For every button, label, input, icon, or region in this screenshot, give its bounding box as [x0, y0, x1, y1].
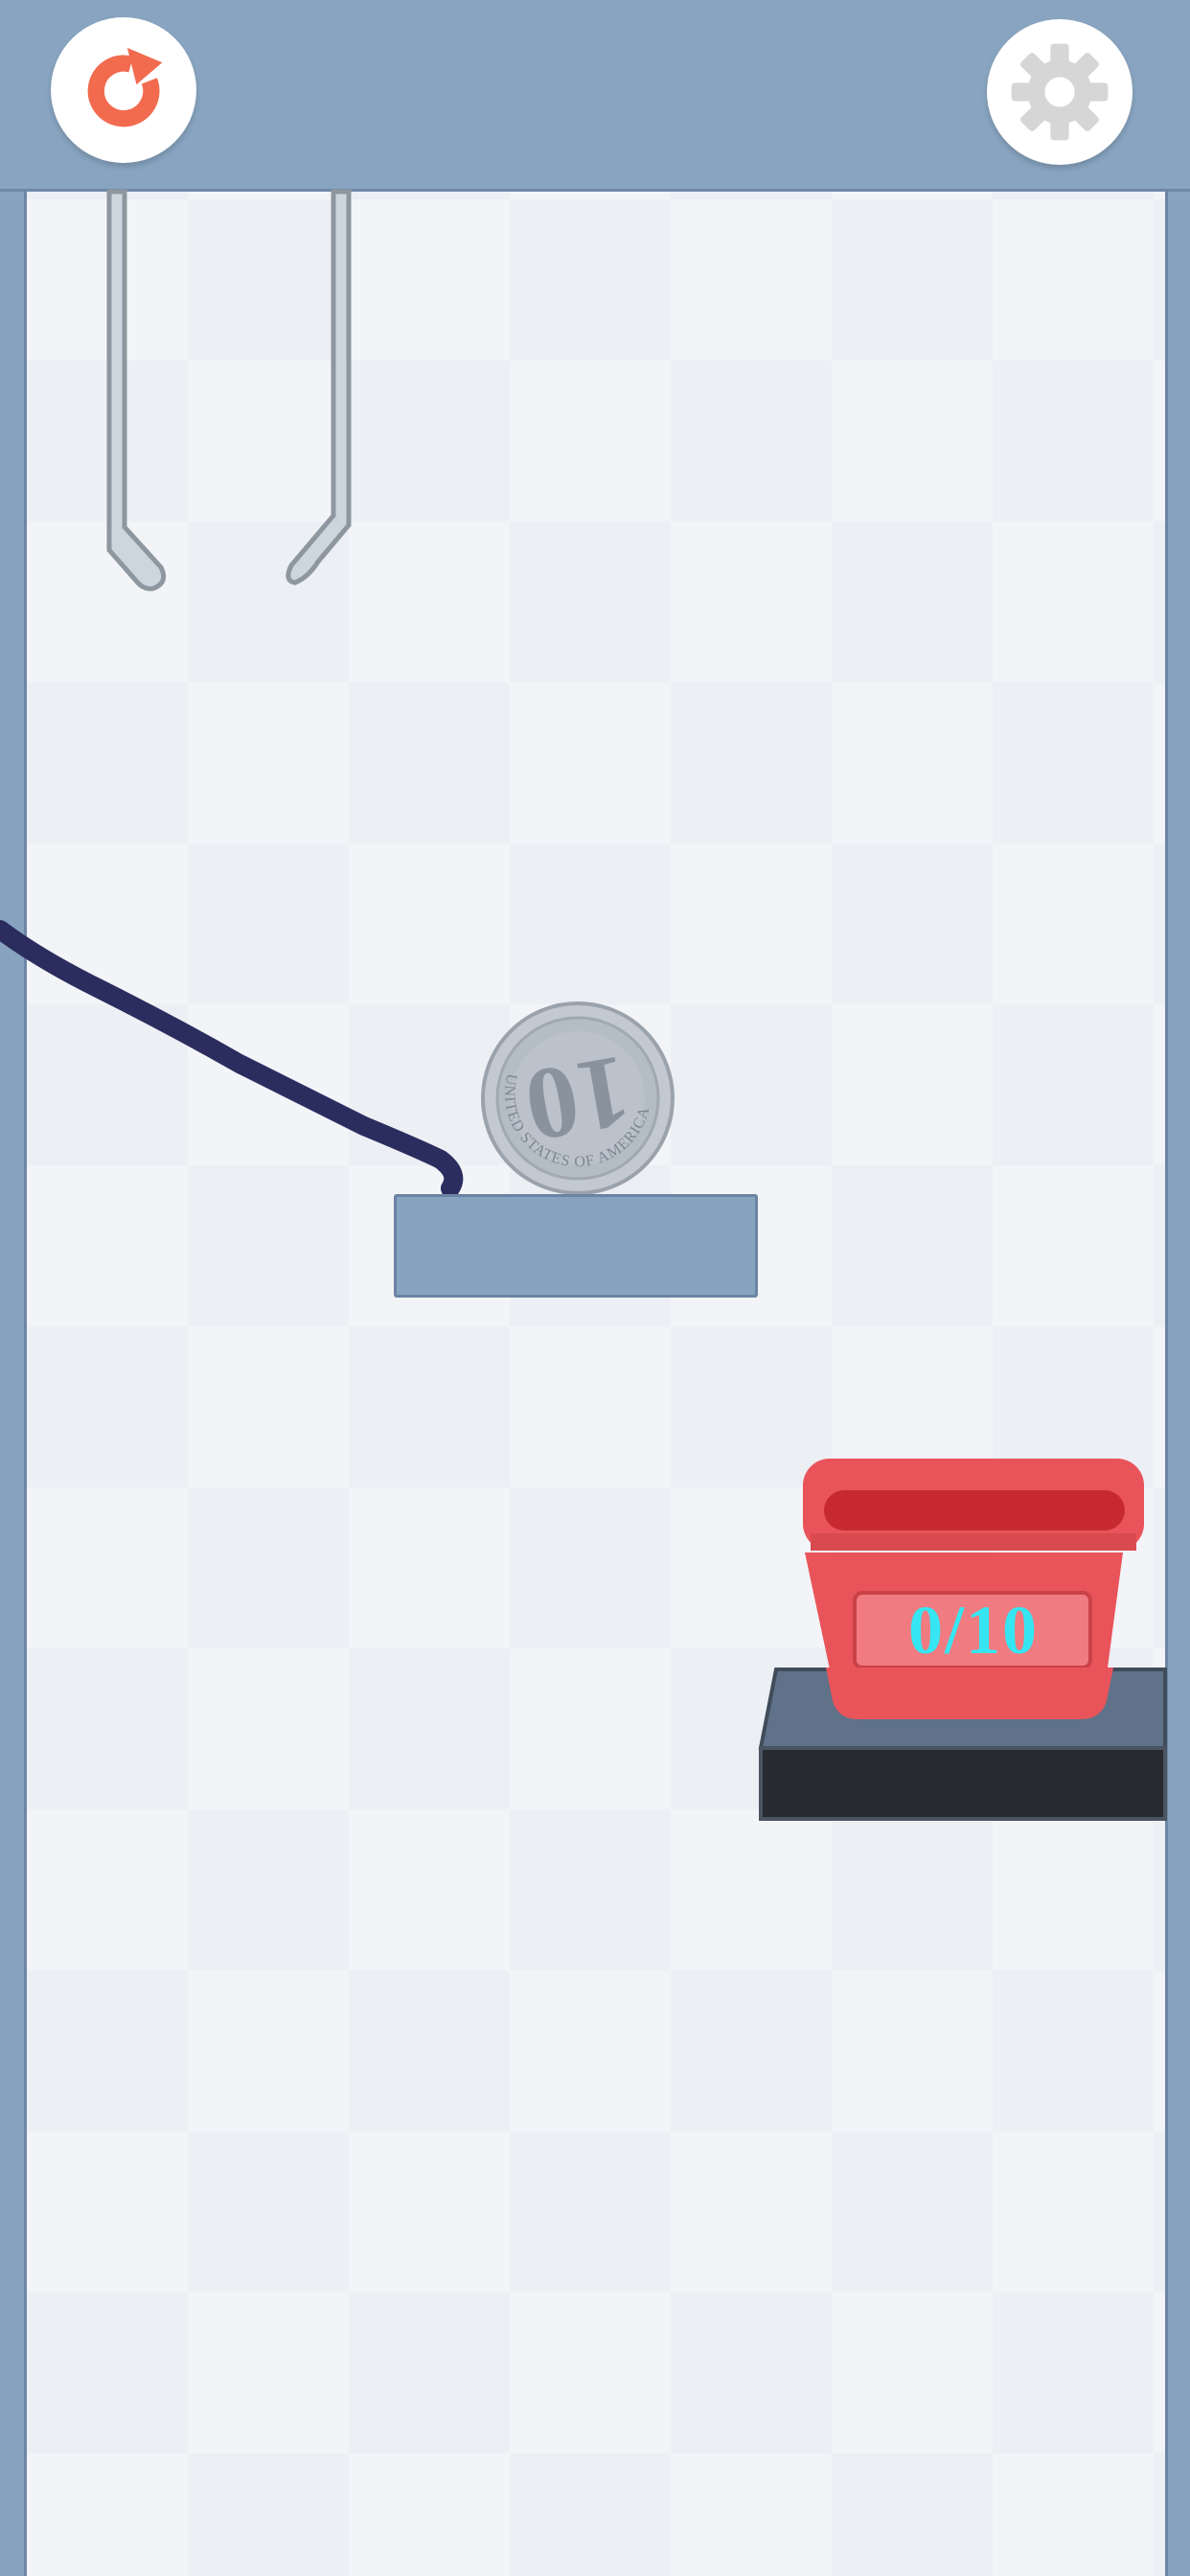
basket-counter: 0/10 — [907, 1591, 1039, 1668]
coin-platform — [394, 1194, 758, 1298]
